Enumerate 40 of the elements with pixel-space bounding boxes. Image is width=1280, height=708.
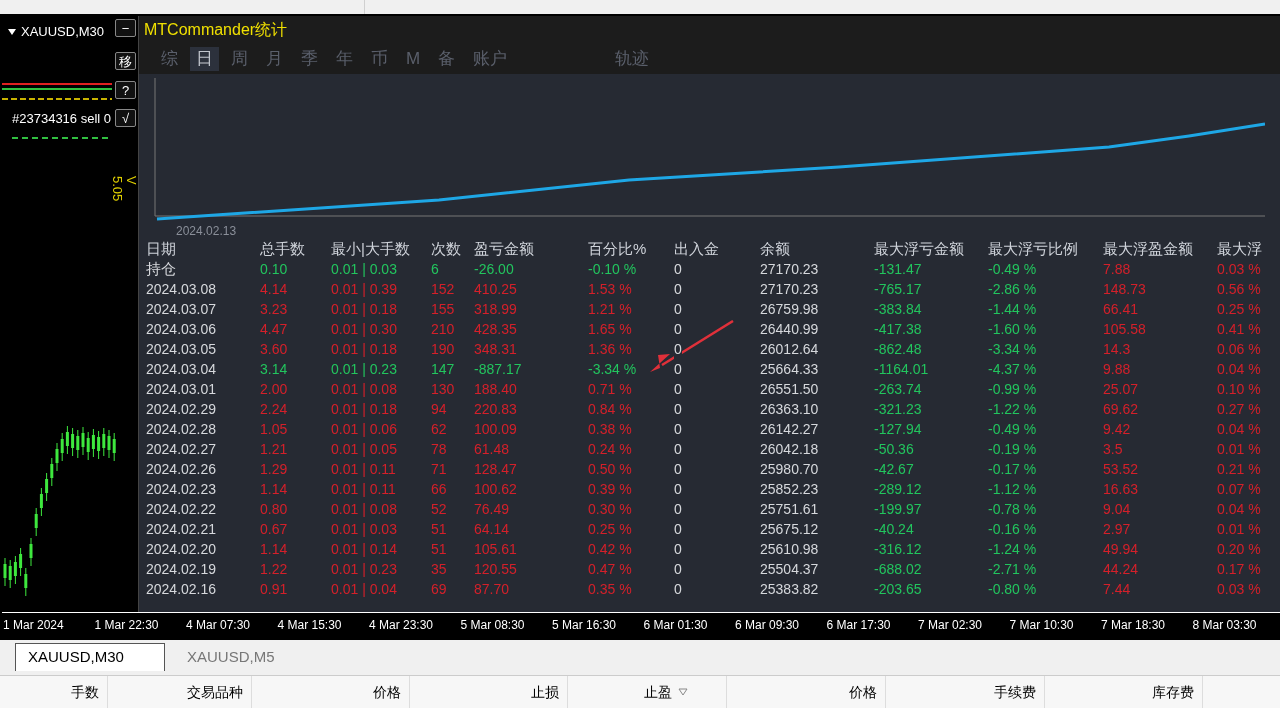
- axis-label: 5 Mar 16:30: [552, 616, 618, 634]
- column-header: 最大浮亏比例: [988, 239, 1079, 259]
- check-button[interactable]: √: [115, 109, 136, 127]
- chart-symbol: XAUUSD,M30: [21, 23, 105, 41]
- axis-label: 4 Mar 15:30: [277, 616, 343, 634]
- version-label: V 5.05: [110, 176, 138, 204]
- axis-label: 7 Mar 18:30: [1101, 616, 1167, 634]
- column-header: 总手数: [260, 239, 306, 259]
- chart-tab[interactable]: XAUUSD,M30: [15, 643, 165, 671]
- panel-tab[interactable]: 日: [190, 46, 219, 71]
- axis-label: 4 Mar 07:30: [186, 616, 252, 634]
- dropdown-icon[interactable]: [8, 28, 16, 35]
- minimize-button[interactable]: −: [115, 19, 136, 37]
- column-header: 最小|大手数: [331, 239, 411, 259]
- column-header: 百分比%: [588, 239, 648, 259]
- chart-start-date: 2024.02.13: [176, 222, 237, 240]
- column-header: 最大浮亏金额: [874, 239, 965, 259]
- axis-label: 4 Mar 23:30: [369, 616, 435, 634]
- axis-label: 8 Mar 03:30: [1192, 616, 1258, 634]
- axis-label: 5 Mar 08:30: [460, 616, 526, 634]
- axis-label: 6 Mar 17:30: [826, 616, 892, 634]
- help-button[interactable]: ?: [115, 81, 136, 99]
- column-header: 次数: [431, 239, 462, 259]
- axis-label: 6 Mar 01:30: [643, 616, 709, 634]
- axis-label: 7 Mar 10:30: [1009, 616, 1075, 634]
- axis-label: 1 Mar 2024: [3, 616, 65, 634]
- column-header: 最大浮: [1217, 239, 1263, 259]
- column-header: 日期: [146, 239, 177, 259]
- column-header: 余额: [760, 239, 791, 259]
- sort-icon: [678, 688, 688, 696]
- column-header: 最大浮盈金额: [1103, 239, 1194, 259]
- axis-label: 1 Mar 22:30: [94, 616, 160, 634]
- move-button[interactable]: 移: [115, 52, 136, 70]
- axis-label: 7 Mar 02:30: [918, 616, 984, 634]
- panel-title: MTCommander统计: [144, 19, 288, 40]
- chart-tab[interactable]: XAUUSD,M5: [175, 643, 287, 671]
- table-cell: 持仓: [146, 259, 176, 279]
- axis-label: 6 Mar 09:30: [735, 616, 801, 634]
- column-header: 出入金: [674, 239, 720, 259]
- column-header: 盈亏金额: [474, 239, 535, 259]
